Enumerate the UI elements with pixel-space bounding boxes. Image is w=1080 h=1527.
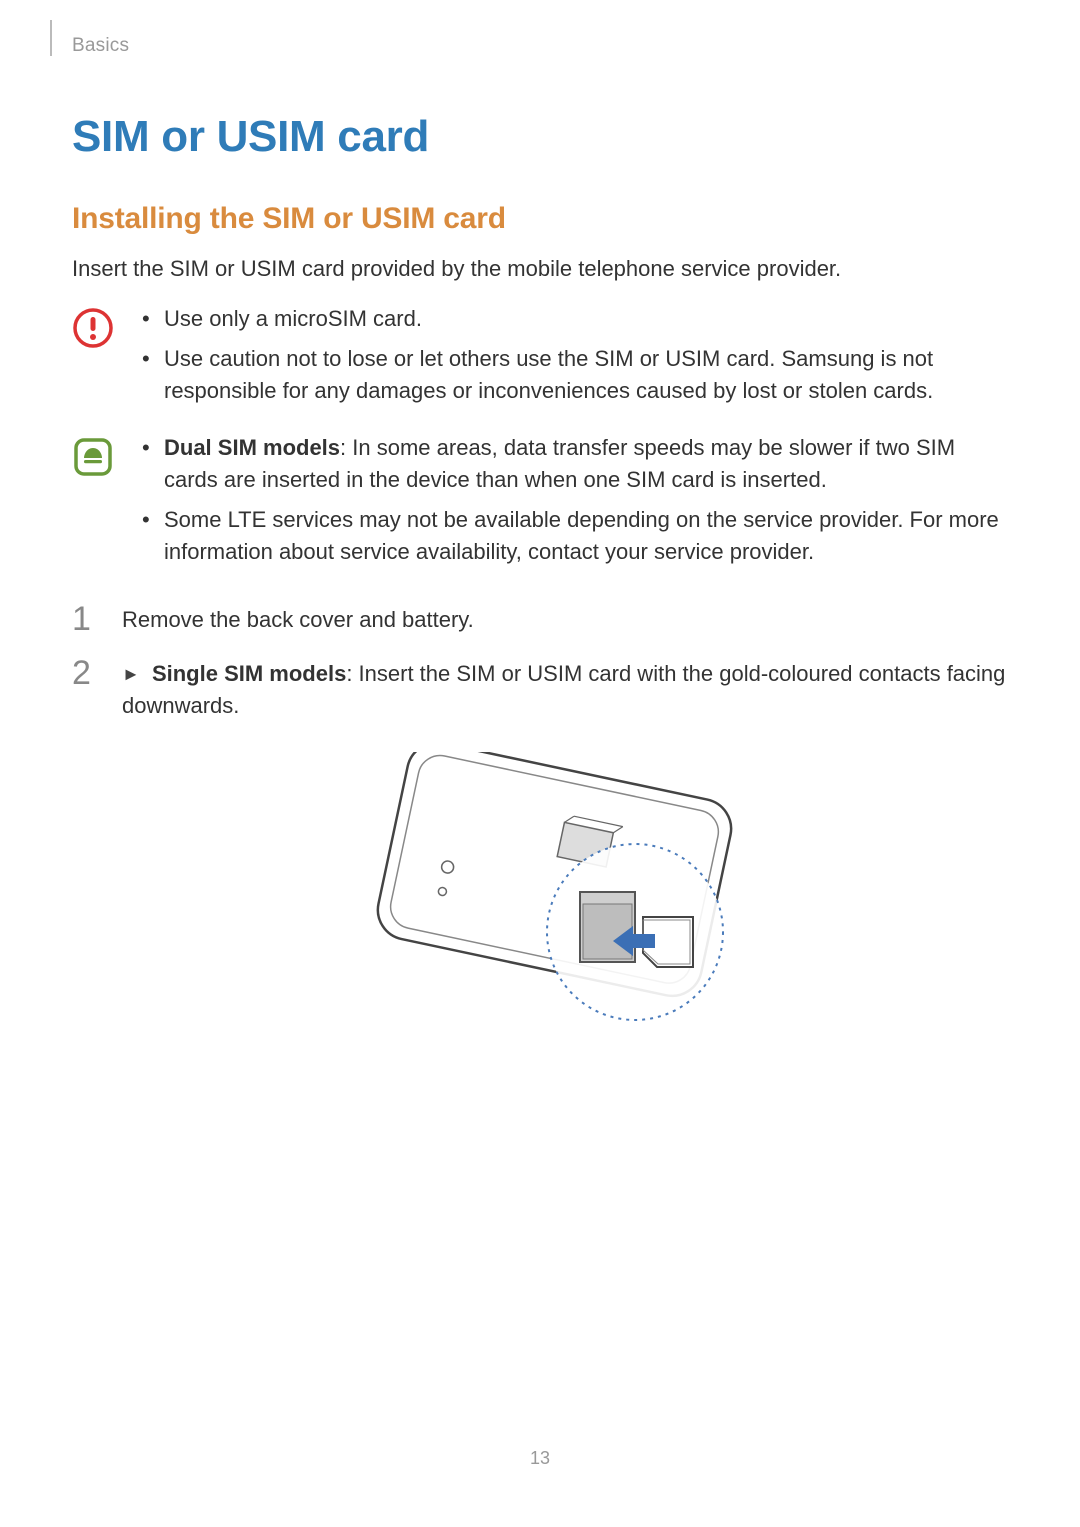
triangle-right-icon: ► (122, 664, 140, 684)
step-list: 1 Remove the back cover and battery. 2 ►… (72, 604, 1008, 1032)
step: 2 ► Single SIM models: Insert the SIM or… (72, 658, 1008, 1032)
info-list: Dual SIM models: In some areas, data tra… (136, 432, 1008, 576)
caution-item: Use caution not to lose or let others us… (136, 343, 1008, 407)
step-bold: Single SIM models (152, 661, 346, 686)
step: 1 Remove the back cover and battery. (72, 604, 1008, 636)
info-item-text: Some LTE services may not be available d… (164, 507, 999, 564)
info-item: Dual SIM models: In some areas, data tra… (136, 432, 1008, 496)
info-block: Dual SIM models: In some areas, data tra… (72, 432, 1008, 576)
header-rule (50, 20, 52, 56)
page-title: SIM or USIM card (72, 112, 1008, 162)
info-icon (72, 436, 114, 478)
breadcrumb: Basics (72, 35, 1008, 57)
step-text: Remove the back cover and battery. (122, 607, 474, 632)
section-heading: Installing the SIM or USIM card (72, 202, 1008, 236)
caution-icon (72, 307, 114, 349)
caution-item: Use only a microSIM card. (136, 303, 1008, 335)
document-page: Basics SIM or USIM card Installing the S… (0, 0, 1080, 1527)
step-body: ► Single SIM models: Insert the SIM or U… (122, 658, 1008, 1032)
info-item-bold: Dual SIM models (164, 435, 340, 460)
intro-paragraph: Insert the SIM or USIM card provided by … (72, 254, 1008, 285)
caution-block: Use only a microSIM card. Use caution no… (72, 303, 1008, 415)
step-number: 2 (72, 656, 100, 690)
step-number: 1 (72, 602, 100, 636)
caution-list: Use only a microSIM card. Use caution no… (136, 303, 1008, 415)
page-number: 13 (0, 1448, 1080, 1469)
step-body: Remove the back cover and battery. (122, 604, 1008, 636)
info-item: Some LTE services may not be available d… (136, 504, 1008, 568)
sim-insert-diagram (122, 752, 1008, 1032)
